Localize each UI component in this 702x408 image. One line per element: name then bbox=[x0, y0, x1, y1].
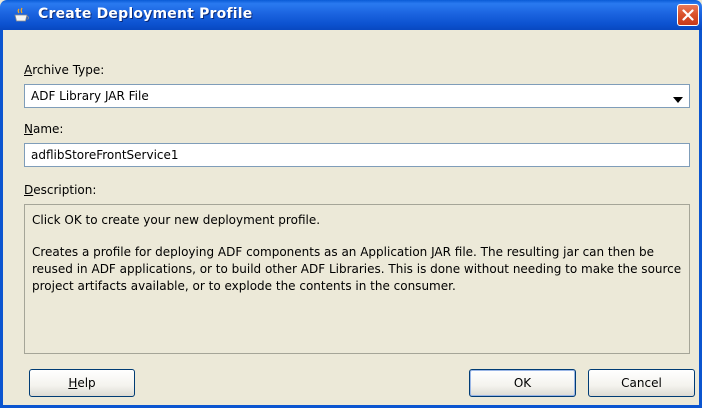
title-bar[interactable]: Create Deployment Profile bbox=[0, 0, 702, 30]
archive-type-label-text: rchive Type: bbox=[32, 63, 105, 77]
name-label: Name: bbox=[24, 122, 63, 136]
help-label: elp bbox=[77, 376, 96, 390]
description-text-area: Click OK to create your new deployment p… bbox=[24, 204, 690, 354]
help-button[interactable]: Help bbox=[29, 369, 135, 397]
coffee-cup-icon bbox=[13, 7, 31, 23]
description-label-text: escription: bbox=[33, 183, 97, 197]
archive-type-label: Archive Type: bbox=[24, 63, 104, 77]
description-line-2: Creates a profile for deploying ADF comp… bbox=[32, 245, 682, 293]
dialog-window: Create Deployment Profile Archive Type: … bbox=[0, 0, 702, 408]
help-accelerator: H bbox=[68, 376, 78, 390]
archive-type-label-accelerator: A bbox=[24, 63, 33, 77]
ok-button[interactable]: OK bbox=[469, 369, 576, 397]
archive-type-value: ADF Library JAR File bbox=[31, 89, 149, 103]
name-label-text: ame: bbox=[32, 122, 64, 136]
name-field[interactable]: adflibStoreFrontService1 bbox=[24, 143, 690, 167]
description-label-accelerator: D bbox=[24, 183, 34, 197]
close-icon bbox=[682, 9, 694, 21]
name-field-value: adflibStoreFrontService1 bbox=[31, 148, 179, 162]
cancel-button[interactable]: Cancel bbox=[588, 369, 695, 397]
window-title: Create Deployment Profile bbox=[38, 6, 253, 22]
archive-type-select[interactable]: ADF Library JAR File bbox=[24, 84, 690, 108]
description-line-1: Click OK to create your new deployment p… bbox=[32, 213, 321, 227]
name-label-accelerator: N bbox=[24, 122, 33, 136]
close-button[interactable] bbox=[677, 4, 699, 26]
chevron-down-icon[interactable] bbox=[673, 93, 683, 107]
description-label: Description: bbox=[24, 183, 96, 197]
